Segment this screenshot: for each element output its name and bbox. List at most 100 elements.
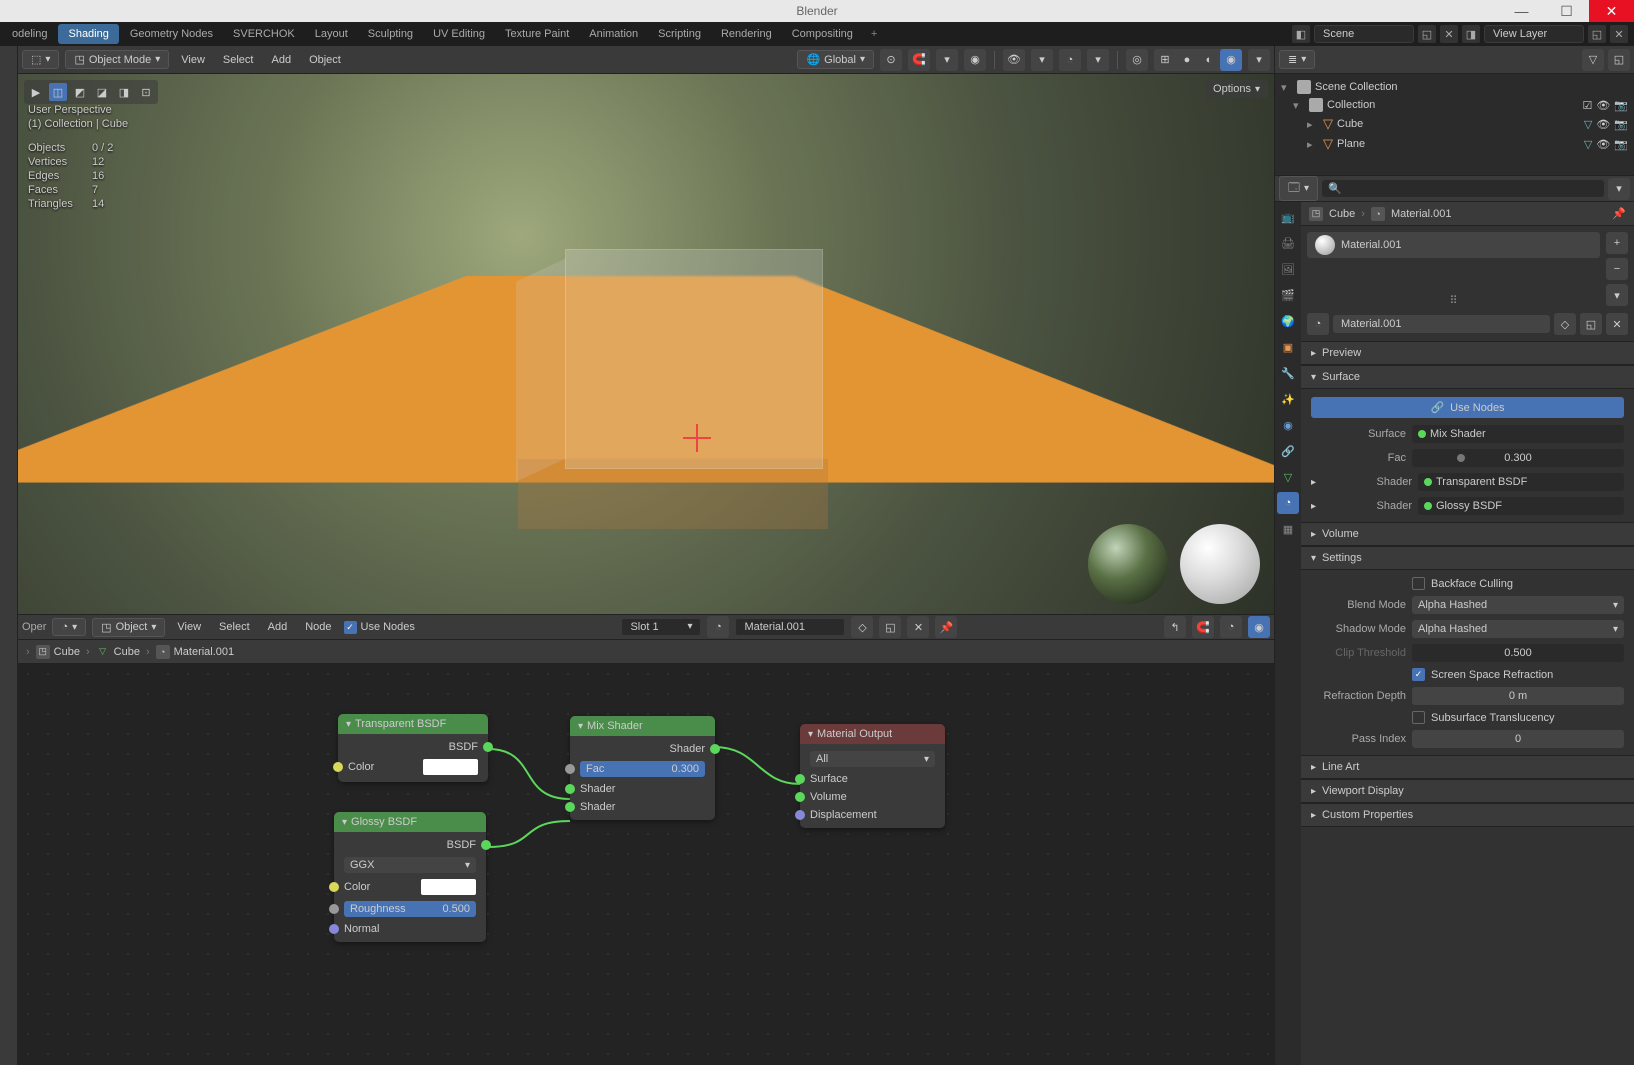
panel-volume[interactable]: ▸Volume — [1301, 522, 1634, 546]
tab-world-icon[interactable]: 🌍 — [1277, 310, 1299, 332]
mat-pin-icon[interactable]: 📌 — [935, 616, 957, 638]
close-button[interactable]: ✕ — [1589, 0, 1634, 22]
ws-tab-texpaint[interactable]: Texture Paint — [495, 22, 579, 46]
material-slot-menu[interactable]: ▾ — [1606, 284, 1628, 306]
ne-snap-icon[interactable]: 🧲 — [1192, 616, 1214, 638]
output-target-select[interactable]: All▾ — [810, 751, 935, 767]
use-nodes-button[interactable]: 🔗Use Nodes — [1311, 397, 1624, 418]
use-nodes-checkbox[interactable]: ✓ Use Nodes — [344, 621, 415, 634]
overlay-options[interactable]: ▾ — [1087, 49, 1109, 71]
backface-checkbox[interactable] — [1412, 577, 1425, 590]
shading-options[interactable]: ▾ — [1248, 49, 1270, 71]
props-options-icon[interactable]: ▾ — [1608, 178, 1630, 200]
ws-tab-compositing[interactable]: Compositing — [782, 22, 863, 46]
shading-wireframe[interactable]: ⊞ — [1154, 49, 1176, 71]
bc-material[interactable]: Material.001 — [174, 646, 235, 658]
mat-unlink-icon[interactable]: ✕ — [1606, 313, 1628, 335]
sst-checkbox[interactable] — [1412, 711, 1425, 724]
tree-plane[interactable]: ▸▽ Plane ▽ 👁📷 — [1275, 134, 1634, 154]
shadow-mode-select[interactable]: Alpha Hashed▾ — [1412, 620, 1624, 638]
ne-overlay-icon[interactable]: ◔ — [1220, 616, 1242, 638]
panel-lineart[interactable]: ▸Line Art — [1301, 755, 1634, 779]
pin-icon[interactable]: 📌 — [1612, 207, 1626, 220]
gizmo-toggle[interactable]: 👁 — [1003, 49, 1025, 71]
editor-type-dropdown[interactable]: ⬚ ▾ — [22, 50, 59, 69]
ne-menu-node[interactable]: Node — [299, 619, 337, 635]
material-preview-sphere[interactable] — [1180, 524, 1260, 604]
select-box-icon[interactable]: ◫ — [49, 83, 67, 101]
scene-add-button[interactable]: ◱ — [1418, 25, 1436, 43]
ws-tab-modeling[interactable]: odeling — [2, 22, 57, 46]
ne-menu-view[interactable]: View — [171, 619, 207, 635]
ws-tab-rendering[interactable]: Rendering — [711, 22, 782, 46]
shader2-select[interactable]: Glossy BSDF — [1418, 497, 1624, 515]
shading-matprev[interactable]: ◐ — [1198, 49, 1220, 71]
material-browse-icon[interactable]: ◔ — [707, 616, 729, 638]
3d-viewport[interactable]: ▶ ◫ ◩ ◪ ◨ ⊡ Options ▾ User Perspective (… — [18, 74, 1274, 614]
roughness-field[interactable]: Roughness0.500 — [344, 901, 476, 917]
material-browse-icon[interactable]: ◔ — [1307, 313, 1329, 335]
vp-menu-select[interactable]: Select — [217, 52, 260, 68]
select-intersect-icon[interactable]: ◨ — [115, 83, 133, 101]
xray-toggle[interactable]: ◎ — [1126, 49, 1148, 71]
tab-modifier-icon[interactable]: 🔧 — [1277, 362, 1299, 384]
node-transparent-bsdf[interactable]: ▾Transparent BSDF BSDF Color — [338, 714, 488, 782]
tab-render-icon[interactable]: 📺 — [1277, 206, 1299, 228]
panel-preview[interactable]: ▸Preview — [1301, 341, 1634, 365]
tab-object-icon[interactable]: ▣ — [1277, 336, 1299, 358]
add-workspace-button[interactable]: + — [863, 22, 885, 46]
outliner-new-collection-icon[interactable]: ◱ — [1608, 49, 1630, 71]
eye-icon[interactable]: 👁 — [1596, 118, 1610, 131]
camera-icon[interactable]: 📷 — [1614, 99, 1628, 112]
eye-icon[interactable]: 👁 — [1596, 138, 1610, 151]
vp-menu-add[interactable]: Add — [265, 52, 297, 68]
ne-parent-icon[interactable]: ↰ — [1164, 616, 1186, 638]
material-slot-dropdown[interactable]: Slot 1 ▾ — [621, 618, 701, 636]
tree-scene-collection[interactable]: ▾ Scene Collection — [1275, 78, 1634, 96]
ws-tab-animation[interactable]: Animation — [579, 22, 648, 46]
material-slot-add[interactable]: + — [1606, 232, 1628, 254]
outliner-filter-icon[interactable]: ▽ — [1582, 49, 1604, 71]
tree-collection[interactable]: ▾ Collection ☑👁📷 — [1275, 96, 1634, 114]
mat-duplicate-icon[interactable]: ◱ — [879, 616, 901, 638]
color-swatch[interactable] — [423, 759, 478, 775]
object-mode-dropdown[interactable]: ◳ Object Mode ▾ — [65, 50, 169, 69]
node-glossy-bsdf[interactable]: ▾Glossy BSDF BSDF GGX▾ Color Roughness0.… — [334, 812, 486, 942]
hdri-preview-sphere[interactable] — [1088, 524, 1168, 604]
scene-delete-button[interactable]: ✕ — [1440, 25, 1458, 43]
shading-solid[interactable]: ● — [1176, 49, 1198, 71]
node-editor-type[interactable]: ◔ ▾ — [52, 618, 86, 636]
select-invert-icon[interactable]: ⊡ — [137, 83, 155, 101]
ne-menu-add[interactable]: Add — [262, 619, 294, 635]
layer-browse-icon[interactable]: ◨ — [1462, 25, 1480, 43]
props-bc-mat[interactable]: Material.001 — [1391, 208, 1452, 220]
tab-scene-icon[interactable]: 🎬 — [1277, 284, 1299, 306]
snap-toggle[interactable]: 🧲 — [908, 49, 930, 71]
panel-viewport-display[interactable]: ▸Viewport Display — [1301, 779, 1634, 803]
tab-constraint-icon[interactable]: 🔗 — [1277, 440, 1299, 462]
camera-icon[interactable]: 📷 — [1614, 138, 1628, 151]
mat-shield-icon[interactable]: ◇ — [1554, 313, 1576, 335]
panel-settings[interactable]: ▾Settings — [1301, 546, 1634, 570]
minimize-button[interactable]: — — [1499, 0, 1544, 22]
ws-tab-layout[interactable]: Layout — [305, 22, 358, 46]
fac-slider[interactable]: 0.300 — [1412, 449, 1624, 467]
bc-mesh[interactable]: Cube — [114, 646, 140, 658]
mat-unlink-icon[interactable]: ✕ — [907, 616, 929, 638]
material-slot-remove[interactable]: − — [1606, 258, 1628, 280]
tab-texture-icon[interactable]: ▦ — [1277, 518, 1299, 540]
eye-icon[interactable]: 👁 — [1596, 99, 1610, 112]
mat-new-icon[interactable]: ◱ — [1580, 313, 1602, 335]
ws-tab-sverchok[interactable]: SVERCHOK — [223, 22, 305, 46]
panel-custom-props[interactable]: ▸Custom Properties — [1301, 803, 1634, 827]
refraction-depth[interactable]: 0 m — [1412, 687, 1624, 705]
tab-viewlayer-icon[interactable]: 🖼 — [1277, 258, 1299, 280]
glossy-distribution-select[interactable]: GGX▾ — [344, 857, 476, 873]
ne-menu-select[interactable]: Select — [213, 619, 256, 635]
material-name-input[interactable]: Material.001 — [1333, 315, 1550, 333]
view-layer-field[interactable]: View Layer — [1484, 25, 1584, 43]
tab-physics-icon[interactable]: ◉ — [1277, 414, 1299, 436]
ws-tab-sculpting[interactable]: Sculpting — [358, 22, 423, 46]
panel-surface[interactable]: ▾Surface — [1301, 365, 1634, 389]
list-grip-icon[interactable]: ⠿ — [1307, 294, 1600, 307]
